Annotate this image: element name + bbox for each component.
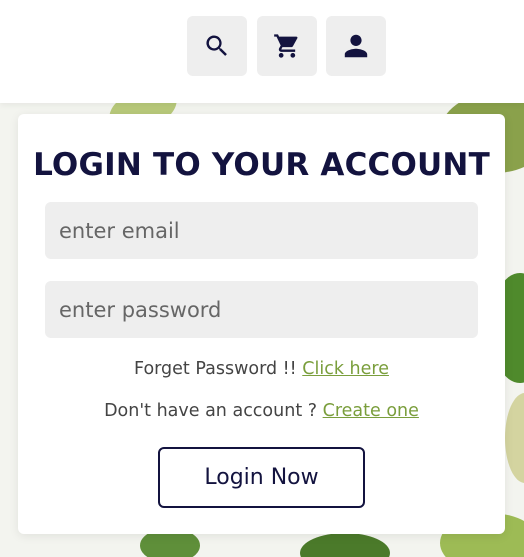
email-field[interactable] [45, 202, 478, 259]
password-field[interactable] [45, 281, 478, 338]
cart-icon [274, 34, 298, 58]
login-button[interactable]: Login Now [158, 447, 365, 508]
header [0, 0, 524, 103]
cart-button[interactable] [257, 16, 317, 76]
forget-password-text: Forget Password !! [134, 359, 297, 379]
signup-line: Don't have an account ? Create one [18, 401, 505, 421]
user-icon [344, 34, 368, 58]
user-button[interactable] [326, 16, 386, 76]
vegetable-decoration [300, 533, 390, 557]
search-icon [206, 35, 227, 56]
create-account-link[interactable]: Create one [323, 401, 419, 421]
search-button[interactable] [187, 16, 247, 76]
forget-password-link[interactable]: Click here [302, 359, 389, 379]
forget-password-line: Forget Password !! Click here [18, 359, 505, 379]
login-title: LOGIN TO YOUR ACCOUNT [33, 147, 490, 183]
login-card: LOGIN TO YOUR ACCOUNT Forget Password !!… [18, 114, 505, 534]
signup-text: Don't have an account ? [104, 401, 318, 421]
vegetable-decoration [505, 393, 524, 483]
